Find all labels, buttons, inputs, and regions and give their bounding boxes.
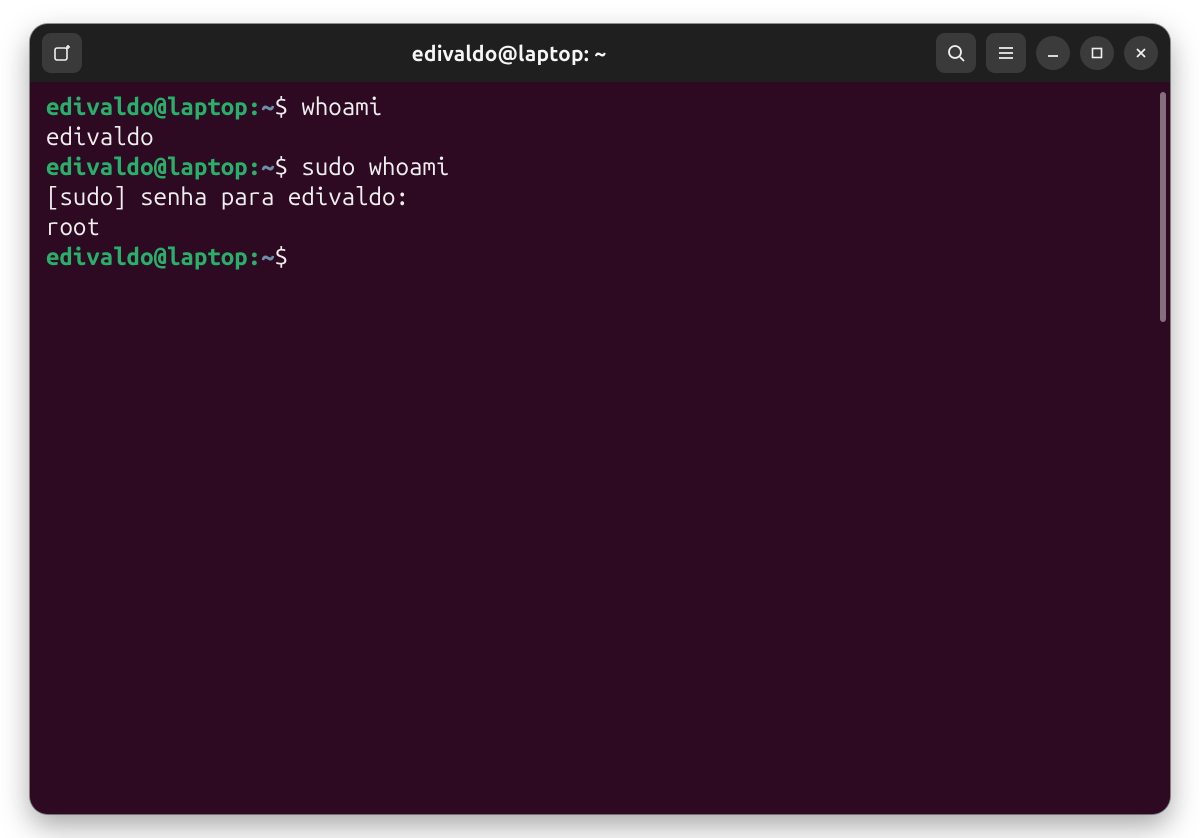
new-tab-icon [52, 43, 72, 63]
command-text: whoami [301, 93, 382, 120]
prompt-path: ~ [261, 93, 274, 120]
new-tab-button[interactable] [42, 33, 82, 73]
search-icon [946, 43, 966, 63]
prompt-sep: : [248, 243, 261, 270]
close-icon [1133, 45, 1149, 61]
command-text: sudo whoami [301, 153, 449, 180]
prompt-userhost: edivaldo@laptop [46, 153, 248, 180]
minimize-button[interactable] [1036, 36, 1070, 70]
terminal-body[interactable]: edivaldo@laptop:~$ whoami edivaldo ediva… [30, 82, 1170, 814]
window-title: edivaldo@laptop: ~ [90, 41, 928, 65]
terminal-output: edivaldo [46, 122, 1154, 152]
terminal-line: edivaldo@laptop:~$ [46, 242, 1154, 272]
titlebar: edivaldo@laptop: ~ [30, 24, 1170, 82]
maximize-button[interactable] [1080, 36, 1114, 70]
prompt-sep: : [248, 93, 261, 120]
prompt-path: ~ [261, 243, 274, 270]
scrollbar-thumb[interactable] [1160, 92, 1166, 322]
terminal-window: edivaldo@laptop: ~ [30, 24, 1170, 814]
prompt-symbol: $ [275, 243, 288, 270]
terminal-output: root [46, 212, 1154, 242]
prompt-sep: : [248, 153, 261, 180]
minimize-icon [1045, 45, 1061, 61]
terminal-line: edivaldo@laptop:~$ whoami [46, 92, 1154, 122]
close-button[interactable] [1124, 36, 1158, 70]
prompt-symbol: $ [275, 153, 288, 180]
terminal-output: [sudo] senha para edivaldo: [46, 182, 1154, 212]
terminal-line: edivaldo@laptop:~$ sudo whoami [46, 152, 1154, 182]
maximize-icon [1089, 45, 1105, 61]
hamburger-icon [996, 43, 1016, 63]
prompt-symbol: $ [275, 93, 288, 120]
prompt-path: ~ [261, 153, 274, 180]
menu-button[interactable] [986, 33, 1026, 73]
search-button[interactable] [936, 33, 976, 73]
prompt-userhost: edivaldo@laptop [46, 243, 248, 270]
prompt-userhost: edivaldo@laptop [46, 93, 248, 120]
